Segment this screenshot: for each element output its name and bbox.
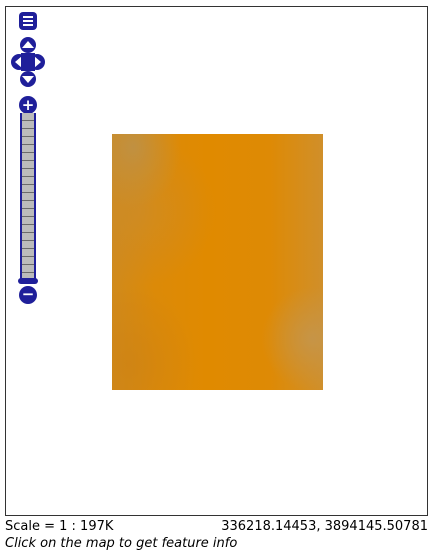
raster-layer[interactable] bbox=[112, 134, 323, 390]
zoom-in-button[interactable]: + bbox=[19, 96, 37, 114]
pan-control bbox=[11, 37, 45, 87]
pan-up-icon[interactable] bbox=[20, 37, 36, 53]
feature-info-hint: Click on the map to get feature info bbox=[5, 536, 238, 551]
pan-down-icon[interactable] bbox=[20, 71, 36, 87]
map-viewport[interactable] bbox=[5, 6, 428, 516]
zoom-slider-handle[interactable] bbox=[18, 278, 38, 284]
zoom-bar[interactable] bbox=[20, 113, 36, 283]
zoom-out-button[interactable]: − bbox=[19, 286, 37, 304]
status-bar: Scale = 1 : 197K 336218.14453, 3894145.5… bbox=[5, 519, 428, 535]
scale-text: Scale = 1 : 197K bbox=[5, 519, 114, 534]
layer-list-icon[interactable] bbox=[19, 12, 37, 30]
mouse-coordinates: 336218.14453, 3894145.50781 bbox=[221, 519, 428, 534]
